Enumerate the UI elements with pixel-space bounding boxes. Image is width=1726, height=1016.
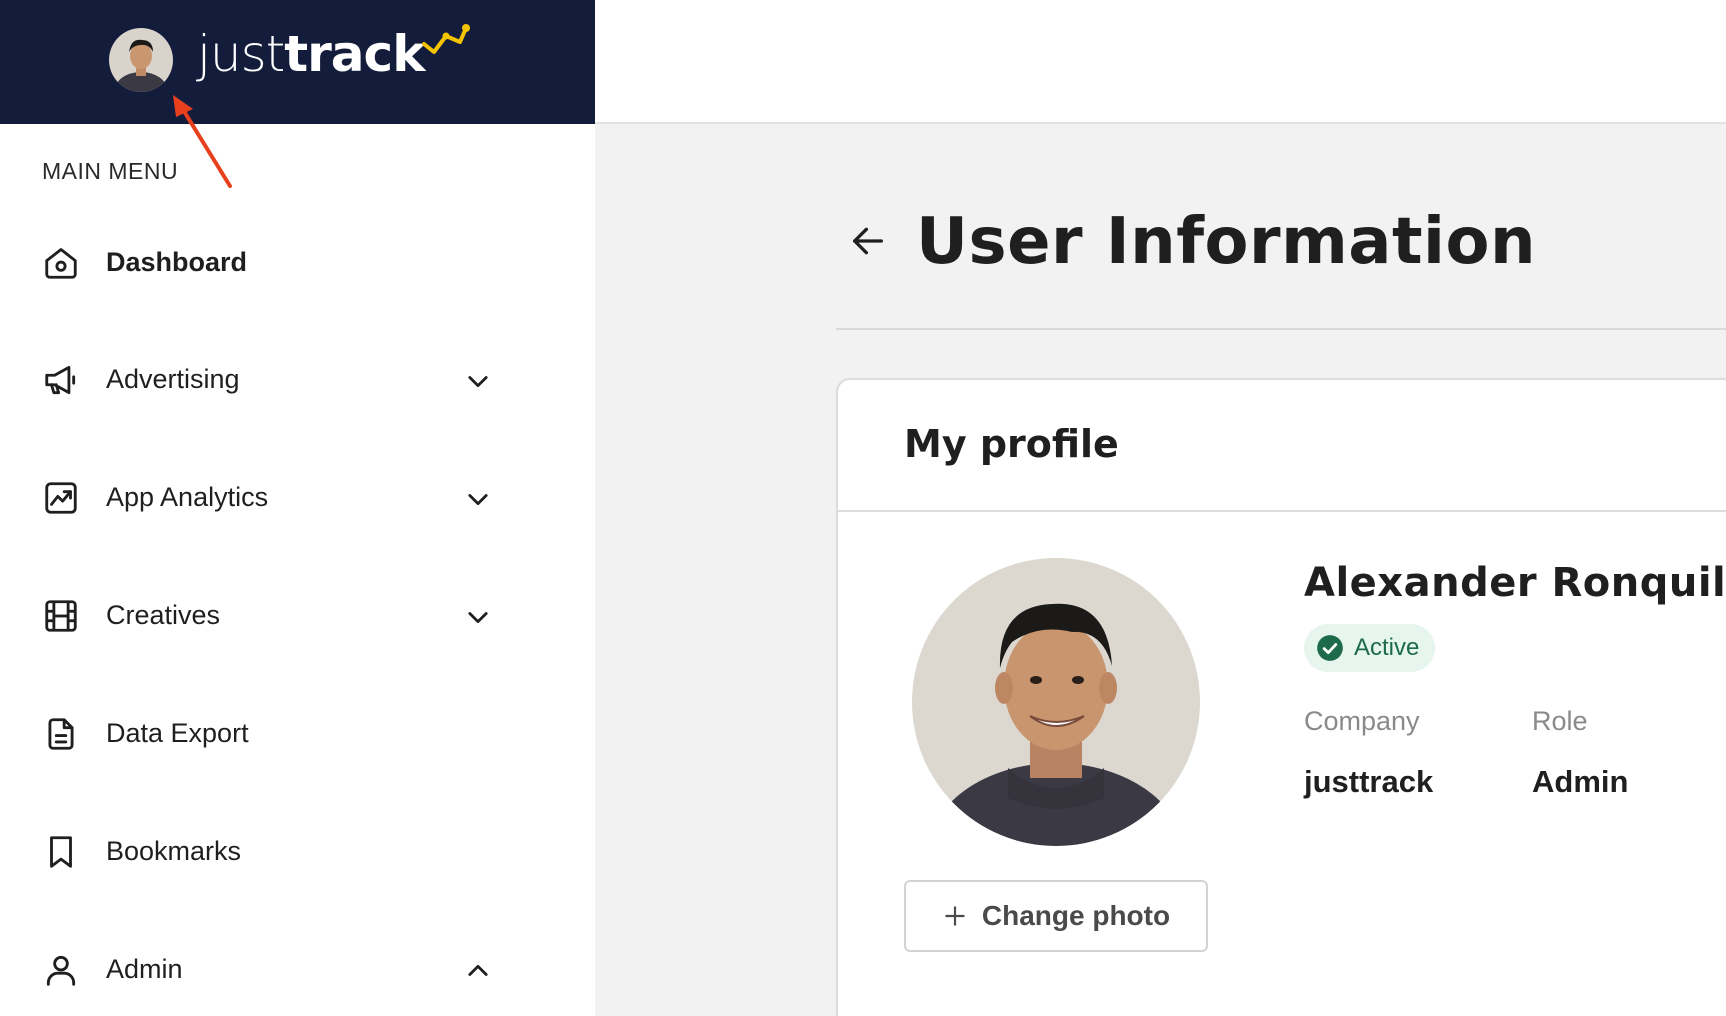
divider [836, 328, 1726, 330]
sidebar-item-dashboard[interactable]: Dashboard [0, 222, 595, 302]
user-name: Alexander Ronquillo [1304, 560, 1726, 606]
plus-icon [945, 906, 965, 926]
home-icon [42, 244, 80, 282]
chevron-down-icon[interactable] [464, 367, 492, 395]
avatar-photo [109, 28, 173, 92]
chevron-down-icon[interactable] [464, 485, 492, 513]
sidebar-item-bookmarks[interactable]: Bookmarks [0, 811, 595, 891]
chart-icon [42, 479, 80, 517]
sidebar-item-label: App Analytics [106, 481, 269, 512]
status-text: Active [1354, 634, 1420, 661]
status-badge: Active [1304, 624, 1436, 672]
sidebar-item-app-analytics[interactable]: App Analytics [0, 457, 595, 537]
change-photo-button[interactable]: Change photo [904, 880, 1208, 952]
check-circle-icon [1317, 635, 1343, 661]
role-value: Admin [1532, 764, 1629, 799]
megaphone-icon [42, 361, 80, 399]
sidebar-item-data-export[interactable]: Data Export [0, 693, 595, 773]
card-header: My profile [838, 380, 1726, 512]
sidebar: justtrack MAIN MENU Dashboard Advertisin… [0, 0, 595, 1016]
back-button[interactable] [845, 218, 891, 264]
film-icon [42, 597, 80, 635]
profile-photo [912, 558, 1200, 846]
user-icon [42, 951, 80, 989]
top-bar [595, 0, 1726, 124]
sidebar-item-admin[interactable]: Admin [0, 929, 595, 1009]
page-title: User Information [916, 205, 1536, 279]
sidebar-item-label: Data Export [106, 717, 249, 748]
chevron-down-icon[interactable] [464, 603, 492, 631]
user-avatar[interactable] [109, 28, 173, 92]
card-title: My profile [904, 422, 1119, 466]
sidebar-item-label: Creatives [106, 599, 221, 630]
sidebar-item-label: Admin [106, 953, 183, 984]
profile-card: My profile Change photo Alexander Ronqui… [836, 378, 1726, 1016]
bookmark-icon [42, 833, 80, 871]
company-value: justtrack [1304, 764, 1434, 799]
sidebar-item-label: Advertising [106, 363, 240, 394]
main-menu-heading: MAIN MENU [42, 158, 179, 184]
justtrack-logo: justtrack [197, 14, 471, 94]
sidebar-item-label: Dashboard [106, 246, 248, 277]
brand-bar: justtrack [0, 0, 595, 124]
chevron-up-icon[interactable] [464, 957, 492, 985]
arrow-left-icon [853, 227, 883, 255]
change-photo-label: Change photo [981, 900, 1171, 931]
document-icon [42, 715, 80, 753]
sidebar-item-label: Bookmarks [106, 835, 242, 866]
logo-trend-icon [422, 24, 471, 54]
role-label: Role [1532, 706, 1588, 736]
sidebar-item-creatives[interactable]: Creatives [0, 575, 595, 655]
sidebar-item-advertising[interactable]: Advertising [0, 339, 595, 419]
logo-wordmark: justtrack [197, 25, 425, 83]
company-label: Company [1304, 706, 1420, 736]
